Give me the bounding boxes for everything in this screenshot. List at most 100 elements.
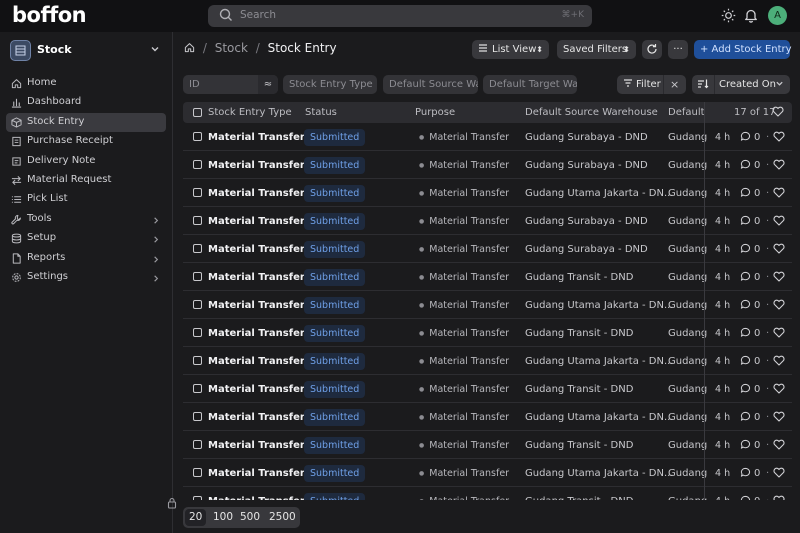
heart-icon[interactable] (773, 327, 785, 341)
sidebar-item-delivery-note[interactable]: Delivery Note (6, 152, 166, 171)
row-checkbox[interactable] (193, 412, 202, 421)
table-row[interactable]: Material TransferSubmittedMaterial Trans… (183, 179, 792, 207)
heart-icon[interactable] (773, 411, 785, 425)
header-purpose[interactable]: Purpose (415, 107, 455, 118)
table-row[interactable]: Material TransferSubmittedMaterial Trans… (183, 263, 792, 291)
table-row[interactable]: Material TransferSubmittedMaterial Trans… (183, 123, 792, 151)
heart-icon[interactable] (773, 187, 785, 201)
row-checkbox[interactable] (193, 272, 202, 281)
search-bar[interactable]: Search ⌘+K (208, 5, 592, 27)
sidebar-item-reports[interactable]: Reports (6, 249, 166, 268)
operator-icon[interactable]: ≈ (258, 75, 278, 94)
heart-icon[interactable] (773, 495, 785, 500)
heart-icon[interactable] (773, 439, 785, 453)
id-filter-input[interactable]: ID ≈ (183, 75, 278, 94)
sidebar-item-settings[interactable]: Settings (6, 268, 166, 287)
sidebar-item-pick-list[interactable]: Pick List (6, 190, 166, 209)
sidebar-item-tools[interactable]: Tools (6, 210, 166, 229)
heart-icon[interactable] (773, 383, 785, 397)
row-checkbox[interactable] (193, 356, 202, 365)
row-checkbox[interactable] (193, 244, 202, 253)
home-icon[interactable] (184, 42, 199, 56)
heart-icon[interactable] (772, 106, 784, 120)
row-type[interactable]: Material Transfer (208, 244, 305, 255)
lock-icon[interactable] (167, 497, 177, 512)
table-row[interactable]: Material TransferSubmittedMaterial Trans… (183, 459, 792, 487)
header-source[interactable]: Default Source Warehouse (525, 107, 658, 118)
table-row[interactable]: Material TransferSubmittedMaterial Trans… (183, 431, 792, 459)
sidebar-item-stock-entry[interactable]: Stock Entry (6, 112, 166, 133)
header-type[interactable]: Stock Entry Type (208, 107, 292, 118)
row-type[interactable]: Material Transfer (208, 160, 305, 171)
add-stock-entry-button[interactable]: + Add Stock Entry (694, 40, 792, 59)
table-row[interactable]: Material TransferSubmittedMaterial Trans… (183, 207, 792, 235)
header-status[interactable]: Status (305, 107, 337, 118)
table-row[interactable]: Material TransferSubmittedMaterial Trans… (183, 319, 792, 347)
row-type[interactable]: Material Transfer (208, 356, 305, 367)
refresh-button[interactable] (642, 40, 662, 59)
row-checkbox[interactable] (193, 300, 202, 309)
table-row[interactable]: Material TransferSubmittedMaterial Trans… (183, 487, 792, 500)
heart-icon[interactable] (773, 159, 785, 173)
row-checkbox[interactable] (193, 160, 202, 169)
page-size-500[interactable]: 500 (240, 511, 260, 523)
table-row[interactable]: Material TransferSubmittedMaterial Trans… (183, 375, 792, 403)
page-size-100[interactable]: 100 (213, 511, 233, 523)
sidebar-item-home[interactable]: Home (6, 74, 166, 93)
source-filter-input[interactable]: Default Source Wa (383, 75, 478, 94)
heart-icon[interactable] (773, 299, 785, 313)
row-checkbox[interactable] (193, 440, 202, 449)
table-row[interactable]: Material TransferSubmittedMaterial Trans… (183, 291, 792, 319)
row-type[interactable]: Material Transfer (208, 188, 305, 199)
heart-icon[interactable] (773, 215, 785, 229)
close-icon[interactable]: × (670, 75, 679, 94)
sun-icon[interactable] (721, 8, 736, 26)
row-type[interactable]: Material Transfer (208, 272, 305, 283)
heart-icon[interactable] (773, 467, 785, 481)
more-button[interactable]: ··· (668, 40, 688, 59)
header-target[interactable]: Default (668, 107, 705, 118)
workspace-switcher[interactable]: Stock (10, 40, 166, 62)
row-checkbox[interactable] (193, 328, 202, 337)
row-type[interactable]: Material Transfer (208, 328, 305, 339)
app-logo[interactable]: boffon (12, 3, 87, 27)
table-row[interactable]: Material TransferSubmittedMaterial Trans… (183, 151, 792, 179)
select-all-checkbox[interactable] (193, 108, 202, 117)
table-row[interactable]: Material TransferSubmittedMaterial Trans… (183, 235, 792, 263)
sidebar-item-purchase-receipt[interactable]: Purchase Receipt (6, 132, 166, 151)
row-type[interactable]: Material Transfer (208, 132, 305, 143)
heart-icon[interactable] (773, 131, 785, 145)
saved-filters-button[interactable]: Saved Filters ⬍ (557, 40, 636, 59)
row-type[interactable]: Material Transfer (208, 216, 305, 227)
page-size-2500[interactable]: 2500 (269, 511, 296, 523)
filter-button[interactable]: Filter × (617, 75, 686, 94)
heart-icon[interactable] (773, 271, 785, 285)
type-filter-input[interactable]: Stock Entry Type (283, 75, 377, 94)
table-row[interactable]: Material TransferSubmittedMaterial Trans… (183, 347, 792, 375)
row-type[interactable]: Material Transfer (208, 412, 305, 423)
row-type[interactable]: Material Transfer (208, 300, 305, 311)
row-checkbox[interactable] (193, 496, 202, 500)
bell-icon[interactable] (744, 8, 758, 26)
avatar[interactable]: A (768, 6, 787, 25)
row-type[interactable]: Material Transfer (208, 468, 305, 479)
sidebar-item-material-request[interactable]: Material Request (6, 171, 166, 190)
heart-icon[interactable] (773, 355, 785, 369)
page-size-20[interactable]: 20 (189, 511, 202, 523)
sidebar-item-setup[interactable]: Setup (6, 229, 166, 248)
row-type[interactable]: Material Transfer (208, 384, 305, 395)
target-filter-input[interactable]: Default Target War (483, 75, 577, 94)
row-checkbox[interactable] (193, 384, 202, 393)
breadcrumb-parent[interactable]: Stock (215, 41, 248, 55)
row-type[interactable]: Material Transfer (208, 496, 305, 500)
row-checkbox[interactable] (193, 132, 202, 141)
heart-icon[interactable] (773, 243, 785, 257)
table-row[interactable]: Material TransferSubmittedMaterial Trans… (183, 403, 792, 431)
row-checkbox[interactable] (193, 468, 202, 477)
row-type[interactable]: Material Transfer (208, 440, 305, 451)
row-checkbox[interactable] (193, 216, 202, 225)
list-view-button[interactable]: List View ⬍ (472, 40, 549, 59)
sidebar-item-dashboard[interactable]: Dashboard (6, 93, 166, 112)
sort-button[interactable]: Created On (692, 75, 790, 94)
row-checkbox[interactable] (193, 188, 202, 197)
